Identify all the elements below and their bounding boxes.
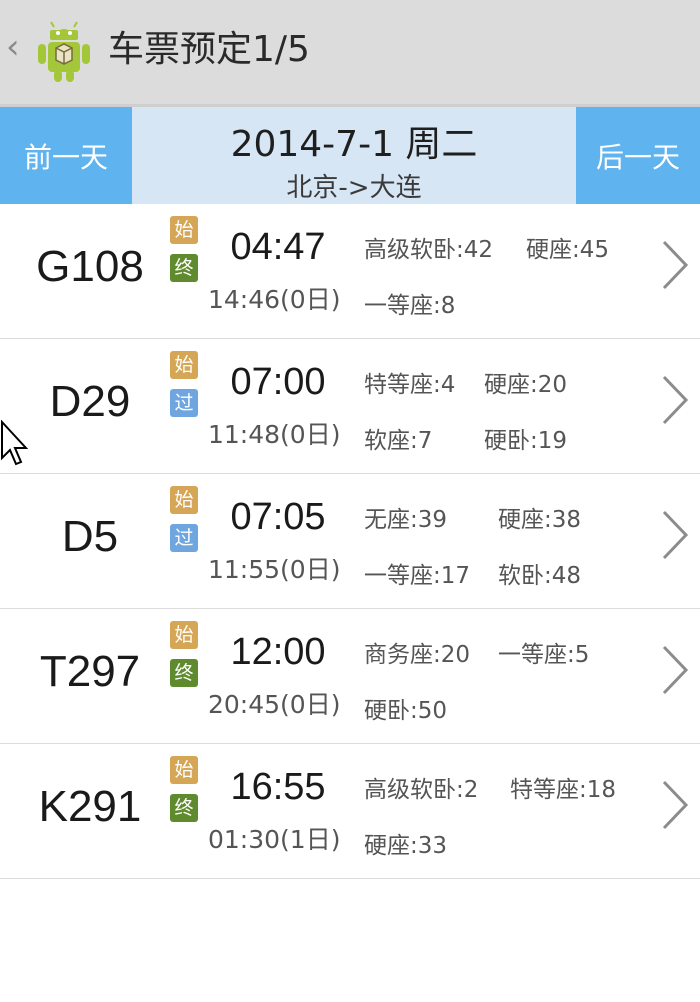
passing-badge: 过 xyxy=(170,524,198,552)
chevron-right-icon[interactable] xyxy=(660,508,690,562)
train-number: G108 xyxy=(36,242,144,291)
train-row[interactable]: K291 始 终 16:55 01:30(1日) 高级软卧:2 特等座:18 硬… xyxy=(0,744,700,879)
seat-availability: 特等座:4 xyxy=(364,372,456,398)
chevron-right-icon[interactable] xyxy=(660,238,690,292)
seat-availability: 一等座:17 xyxy=(364,563,471,589)
train-row[interactable]: G108 始 终 04:47 14:46(0日) 高级软卧:42 硬座:45 一… xyxy=(0,204,700,339)
date-label: 2014-7-1 周二 xyxy=(230,124,478,165)
android-icon[interactable] xyxy=(32,20,96,84)
origin-badge: 始 xyxy=(170,351,198,379)
seat-availability: 特等座:18 xyxy=(510,777,617,803)
arrival-time: 14:46(0日) xyxy=(208,285,341,314)
departure-time: 04:47 xyxy=(230,226,326,268)
route-label: 北京->大连 xyxy=(286,173,422,203)
arrival-time: 11:55(0日) xyxy=(208,555,341,584)
train-number: D29 xyxy=(49,377,131,426)
seat-availability: 一等座:5 xyxy=(498,642,590,668)
action-bar: ‹ 车票预定1/5 xyxy=(0,0,700,106)
terminal-badge: 终 xyxy=(170,254,198,282)
arrival-time: 11:48(0日) xyxy=(208,420,341,449)
seat-availability: 硬座:38 xyxy=(498,507,582,533)
departure-time: 07:05 xyxy=(230,496,326,538)
train-row[interactable]: D29 始 过 07:00 11:48(0日) 特等座:4 硬座:20 软座:7… xyxy=(0,339,700,474)
origin-badge: 始 xyxy=(170,621,198,649)
departure-time: 07:00 xyxy=(230,361,326,403)
train-list: G108 始 终 04:47 14:46(0日) 高级软卧:42 硬座:45 一… xyxy=(0,204,700,879)
page-title: 车票预定1/5 xyxy=(108,29,310,70)
train-row[interactable]: D5 始 过 07:05 11:55(0日) 无座:39 硬座:38 一等座:1… xyxy=(0,474,700,609)
train-row[interactable]: T297 始 终 12:00 20:45(0日) 商务座:20 一等座:5 硬卧… xyxy=(0,609,700,744)
arrival-time: 01:30(1日) xyxy=(208,825,341,854)
seat-availability: 高级软卧:42 xyxy=(364,237,494,263)
back-chevron-icon[interactable]: ‹ xyxy=(6,30,20,64)
chevron-right-icon[interactable] xyxy=(660,643,690,697)
origin-badge: 始 xyxy=(170,756,198,784)
mouse-cursor-icon xyxy=(1,420,28,466)
train-number: T297 xyxy=(39,647,141,696)
chevron-right-icon[interactable] xyxy=(660,778,690,832)
seat-availability: 高级软卧:2 xyxy=(364,777,479,803)
previous-day-button[interactable]: 前一天 xyxy=(0,107,132,204)
seat-availability: 一等座:8 xyxy=(364,293,456,319)
date-navigation: 前一天 2014-7-1 周二 北京->大连 后一天 xyxy=(0,107,700,204)
screen: ‹ 车票预定1/5 前一天 2014-7-1 周二 北京->大连 后一天 G10… xyxy=(0,0,700,1002)
departure-time: 16:55 xyxy=(230,766,326,808)
train-number: K291 xyxy=(38,782,142,831)
terminal-badge: 终 xyxy=(170,794,198,822)
chevron-right-icon[interactable] xyxy=(660,373,690,427)
origin-badge: 始 xyxy=(170,216,198,244)
origin-badge: 始 xyxy=(170,486,198,514)
seat-availability: 硬卧:50 xyxy=(364,698,448,724)
seat-availability: 硬座:33 xyxy=(364,833,448,859)
terminal-badge: 终 xyxy=(170,659,198,687)
seat-availability: 无座:39 xyxy=(364,507,448,533)
seat-availability: 软座:7 xyxy=(364,428,433,454)
departure-time: 12:00 xyxy=(230,631,326,673)
seat-availability: 硬卧:19 xyxy=(484,428,568,454)
seat-availability: 商务座:20 xyxy=(364,642,471,668)
train-number: D5 xyxy=(61,512,119,561)
seat-availability: 硬座:45 xyxy=(526,237,610,263)
passing-badge: 过 xyxy=(170,389,198,417)
seat-availability: 硬座:20 xyxy=(484,372,568,398)
arrival-time: 20:45(0日) xyxy=(208,690,341,719)
next-day-button[interactable]: 后一天 xyxy=(576,107,700,204)
seat-availability: 软卧:48 xyxy=(498,563,582,589)
